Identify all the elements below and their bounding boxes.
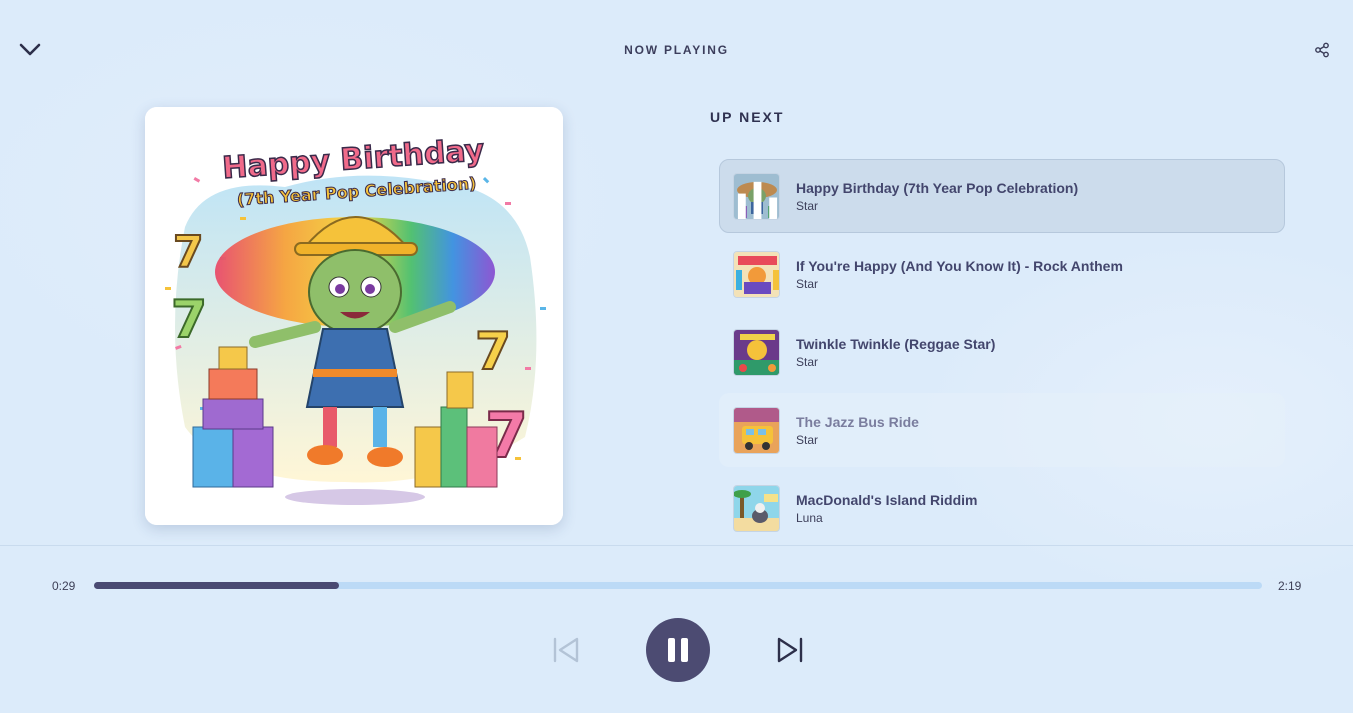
- track-thumbnail: [733, 407, 780, 454]
- track-artist: Star: [796, 199, 819, 213]
- share-button[interactable]: [1310, 38, 1334, 62]
- track-title: Twinkle Twinkle (Reggae Star): [796, 336, 996, 352]
- album-art-illustration: 7 7 7 7 Happy Birthday (7th Year Pop Cel…: [145, 107, 563, 525]
- queue-item[interactable]: Twinkle Twinkle (Reggae Star) Star: [719, 315, 1285, 389]
- track-thumbnail: [733, 485, 780, 532]
- top-bar: NOW PLAYING: [0, 0, 1353, 100]
- svg-text:7: 7: [171, 290, 207, 350]
- track-artist: Star: [796, 277, 819, 291]
- progress-fill: [94, 582, 340, 589]
- track-thumbnail: [733, 251, 780, 298]
- up-next-heading: UP NEXT: [710, 109, 785, 125]
- pause-icon: [668, 638, 688, 662]
- total-time: 2:19: [1278, 579, 1302, 593]
- track-title: Happy Birthday (7th Year Pop Celebration…: [796, 180, 1079, 196]
- queue-item[interactable]: The Jazz Bus Ride Star: [719, 393, 1285, 467]
- track-artist: Star: [796, 433, 819, 447]
- track-artist: Star: [796, 355, 819, 369]
- queue-list: Happy Birthday (7th Year Pop Celebration…: [719, 159, 1285, 549]
- queue-item[interactable]: MacDonald's Island Riddim Luna: [719, 471, 1285, 545]
- track-title: The Jazz Bus Ride: [796, 414, 919, 430]
- queue-item[interactable]: If You're Happy (And You Know It) - Rock…: [719, 237, 1285, 311]
- next-button[interactable]: [770, 630, 810, 670]
- track-thumbnail: [733, 173, 780, 220]
- track-thumbnail: [733, 329, 780, 376]
- page-title: NOW PLAYING: [624, 43, 729, 57]
- player-divider: [0, 545, 1353, 546]
- progress-bar[interactable]: [94, 582, 1262, 589]
- track-artist: Luna: [796, 511, 823, 525]
- share-icon: [1315, 42, 1329, 58]
- queue-item[interactable]: Happy Birthday (7th Year Pop Celebration…: [719, 159, 1285, 233]
- skip-next-icon: [777, 637, 803, 663]
- skip-previous-icon: [553, 637, 579, 663]
- previous-button[interactable]: [546, 630, 586, 670]
- pause-button[interactable]: [646, 618, 710, 682]
- svg-text:7: 7: [475, 322, 511, 382]
- svg-text:7: 7: [173, 227, 204, 278]
- track-title: MacDonald's Island Riddim: [796, 492, 978, 508]
- album-art: 7 7 7 7 Happy Birthday (7th Year Pop Cel…: [145, 107, 563, 525]
- current-time: 0:29: [52, 579, 76, 593]
- equalizer-icon: [737, 181, 778, 219]
- track-title: If You're Happy (And You Know It) - Rock…: [796, 258, 1123, 274]
